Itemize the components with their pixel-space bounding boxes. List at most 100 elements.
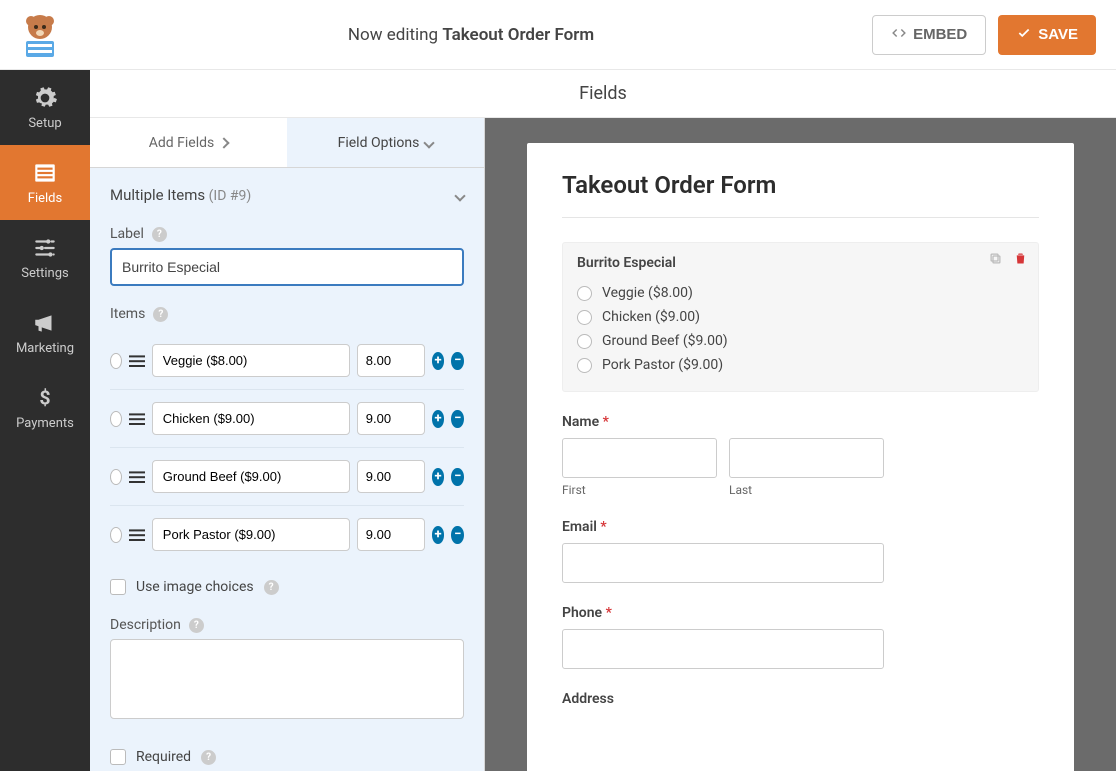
save-label: SAVE (1038, 26, 1078, 43)
nav-fields-label: Fields (28, 191, 62, 206)
required-label: Required (136, 749, 191, 765)
phone-input[interactable] (562, 629, 884, 669)
nav-settings-label: Settings (21, 266, 68, 281)
field-type-header[interactable]: Multiple Items (ID #9) (110, 186, 464, 204)
duplicate-icon[interactable] (988, 251, 1003, 270)
help-icon[interactable]: ? (152, 227, 167, 242)
selected-field[interactable]: Burrito Especial Veggie ($8.00) Chicken (… (562, 242, 1039, 392)
item-remove-button[interactable]: − (451, 468, 464, 486)
tab-field-options[interactable]: Field Options (287, 118, 484, 167)
phone-label: Phone * (562, 605, 1039, 621)
nav-payments[interactable]: $ Payments (0, 370, 90, 445)
editor-panel: Add Fields Field Options Multiple Items … (90, 118, 485, 771)
radio-option[interactable]: Chicken ($9.00) (577, 305, 1024, 329)
label-caption: Label (110, 226, 144, 242)
email-input[interactable] (562, 543, 884, 583)
field-type-title: Multiple Items (110, 186, 205, 204)
bullhorn-icon (32, 310, 58, 336)
save-button[interactable]: SAVE (998, 15, 1096, 55)
radio-option[interactable]: Veggie ($8.00) (577, 281, 1024, 305)
nav-setup[interactable]: Setup (0, 70, 90, 145)
nav-payments-label: Payments (16, 416, 74, 431)
drag-handle-icon[interactable] (129, 354, 145, 368)
radio-option-label: Chicken ($9.00) (602, 309, 700, 325)
gear-icon (32, 85, 58, 111)
item-default-radio[interactable] (110, 527, 122, 543)
help-icon[interactable]: ? (264, 580, 279, 595)
item-price-input[interactable] (357, 460, 425, 493)
item-name-input[interactable] (152, 344, 350, 377)
item-row: +− (110, 447, 464, 505)
radio-option-label: Veggie ($8.00) (602, 285, 693, 301)
drag-handle-icon[interactable] (129, 528, 145, 542)
code-icon (891, 26, 907, 44)
first-name-input[interactable] (562, 438, 717, 478)
preview-card: Takeout Order Form Burrito Especial Vegg… (527, 143, 1074, 771)
item-remove-button[interactable]: − (451, 526, 464, 544)
help-icon[interactable]: ? (189, 618, 204, 633)
last-name-input[interactable] (729, 438, 884, 478)
chevron-right-icon (219, 137, 230, 148)
help-icon[interactable]: ? (153, 307, 168, 322)
panel-header: Fields (90, 70, 1116, 118)
radio-icon (577, 358, 592, 373)
nav-setup-label: Setup (28, 116, 61, 131)
item-row: +− (110, 505, 464, 563)
app-logo (10, 5, 70, 65)
preview-form-title: Takeout Order Form (562, 171, 1039, 199)
radio-option[interactable]: Pork Pastor ($9.00) (577, 353, 1024, 377)
sliders-icon (32, 235, 58, 261)
dollar-icon: $ (32, 385, 58, 411)
item-remove-button[interactable]: − (451, 410, 464, 428)
item-add-button[interactable]: + (432, 526, 445, 544)
radio-option-label: Pork Pastor ($9.00) (602, 357, 723, 373)
item-price-input[interactable] (357, 518, 425, 551)
items-caption: Items (110, 306, 145, 322)
nav-marketing[interactable]: Marketing (0, 295, 90, 370)
email-label: Email * (562, 519, 1039, 535)
check-icon (1016, 26, 1032, 44)
selected-field-label: Burrito Especial (577, 255, 1024, 271)
item-name-input[interactable] (152, 460, 350, 493)
svg-text:$: $ (39, 386, 50, 409)
label-input[interactable] (110, 248, 464, 286)
item-add-button[interactable]: + (432, 410, 445, 428)
item-default-radio[interactable] (110, 353, 122, 369)
item-price-input[interactable] (357, 402, 425, 435)
delete-icon[interactable] (1013, 251, 1028, 270)
help-icon[interactable]: ? (201, 750, 216, 765)
item-add-button[interactable]: + (432, 468, 445, 486)
first-sublabel: First (562, 483, 717, 497)
description-caption: Description (110, 617, 181, 633)
description-input[interactable] (110, 639, 464, 719)
image-choices-label: Use image choices (136, 579, 254, 595)
chevron-down-icon (454, 190, 465, 201)
form-preview[interactable]: Takeout Order Form Burrito Especial Vegg… (485, 118, 1116, 771)
last-sublabel: Last (729, 483, 884, 497)
item-default-radio[interactable] (110, 411, 122, 427)
image-choices-checkbox[interactable] (110, 579, 126, 595)
item-name-input[interactable] (152, 402, 350, 435)
nav-settings[interactable]: Settings (0, 220, 90, 295)
item-price-input[interactable] (357, 344, 425, 377)
tab-add-fields[interactable]: Add Fields (90, 118, 287, 167)
chevron-down-icon (424, 137, 435, 148)
item-default-radio[interactable] (110, 469, 122, 485)
field-id: (ID #9) (209, 188, 252, 204)
drag-handle-icon[interactable] (129, 470, 145, 484)
item-row: +− (110, 332, 464, 389)
nav-marketing-label: Marketing (16, 341, 74, 356)
required-checkbox[interactable] (110, 749, 126, 765)
radio-option[interactable]: Ground Beef ($9.00) (577, 329, 1024, 353)
item-name-input[interactable] (152, 518, 350, 551)
now-editing-text: Now editing (348, 25, 438, 45)
side-nav: Setup Fields Settings Marketing $ Paymen… (0, 70, 90, 771)
item-add-button[interactable]: + (432, 352, 445, 370)
radio-icon (577, 310, 592, 325)
item-row: +− (110, 389, 464, 447)
nav-fields[interactable]: Fields (0, 145, 90, 220)
drag-handle-icon[interactable] (129, 412, 145, 426)
embed-button[interactable]: EMBED (872, 15, 986, 55)
name-label: Name * (562, 414, 1039, 430)
item-remove-button[interactable]: − (451, 352, 464, 370)
